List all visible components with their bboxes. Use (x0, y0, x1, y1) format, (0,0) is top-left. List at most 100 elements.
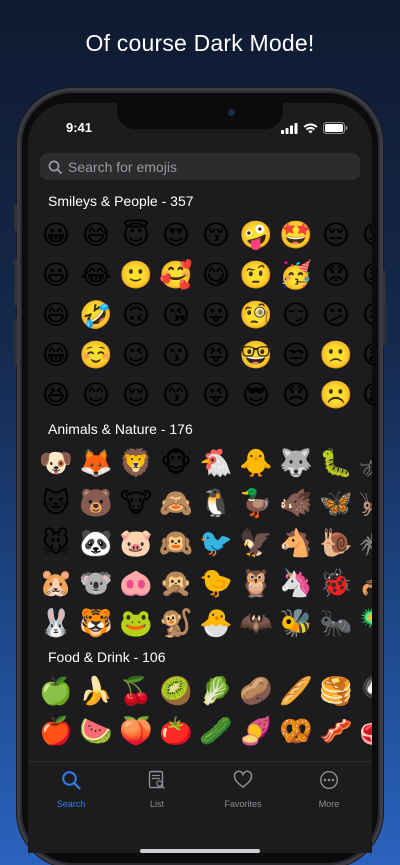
emoji-cell[interactable]: 🥓 (316, 711, 356, 751)
emoji-cell[interactable]: 🥳 (276, 255, 316, 295)
search-bar[interactable] (40, 153, 360, 180)
emoji-cell[interactable]: 🐻 (76, 483, 116, 523)
emoji-cell[interactable]: 🦗 (356, 483, 372, 523)
emoji-cell[interactable]: 🐤 (196, 563, 236, 603)
tab-more[interactable]: More (286, 762, 372, 853)
emoji-cell[interactable]: 🍏 (36, 671, 76, 711)
emoji-cell[interactable]: 🦆 (236, 483, 276, 523)
emoji-cell[interactable]: 🙁 (316, 335, 356, 375)
emoji-cell[interactable]: 🙉 (156, 523, 196, 563)
emoji-cell[interactable]: 😟 (356, 215, 372, 255)
emoji-cell[interactable]: 😌 (116, 375, 156, 415)
emoji-cell[interactable]: 🍑 (116, 711, 156, 751)
emoji-cell[interactable]: 🐌 (316, 523, 356, 563)
emoji-cell[interactable]: 😚 (196, 215, 236, 255)
emoji-cell[interactable]: 🙃 (116, 295, 156, 335)
emoji-cell[interactable]: 🐔 (196, 443, 236, 483)
emoji-cell[interactable]: 🐵 (156, 443, 196, 483)
emoji-cell[interactable]: 😀 (36, 215, 76, 255)
emoji-cell[interactable]: 🐭 (36, 523, 76, 563)
emoji-cell[interactable]: 🐺 (276, 443, 316, 483)
emoji-cell[interactable]: 🦇 (236, 603, 276, 643)
tab-search[interactable]: Search (28, 762, 114, 853)
emoji-cell[interactable]: 😜 (196, 375, 236, 415)
emoji-cell[interactable]: 🐹 (36, 563, 76, 603)
emoji-cell[interactable]: 🐨 (76, 563, 116, 603)
emoji-cell[interactable]: 😊 (76, 375, 116, 415)
emoji-cell[interactable]: ☹️ (316, 375, 356, 415)
emoji-cell[interactable]: 😆 (36, 375, 76, 415)
emoji-cell[interactable]: 😃 (36, 255, 76, 295)
emoji-cell[interactable]: 🐴 (276, 523, 316, 563)
emoji-cell[interactable]: 🐷 (116, 523, 156, 563)
emoji-cell[interactable]: 🐗 (276, 483, 316, 523)
emoji-cell[interactable]: 😫 (356, 335, 372, 375)
emoji-cell[interactable]: 🐣 (196, 603, 236, 643)
emoji-cell[interactable]: 🙂 (116, 255, 156, 295)
emoji-cell[interactable]: 🦟 (356, 443, 372, 483)
emoji-cell[interactable]: 😩 (356, 375, 372, 415)
emoji-cell[interactable]: 🦄 (276, 563, 316, 603)
emoji-cell[interactable]: 🥖 (276, 671, 316, 711)
emoji-cell[interactable]: 🦋 (316, 483, 356, 523)
emoji-cell[interactable]: 🐒 (156, 603, 196, 643)
emoji-cell[interactable]: 🐰 (36, 603, 76, 643)
emoji-cell[interactable]: 😙 (156, 375, 196, 415)
emoji-cell[interactable]: 🐶 (36, 443, 76, 483)
emoji-cell[interactable]: 🥰 (156, 255, 196, 295)
emoji-cell[interactable]: 🤪 (236, 215, 276, 255)
emoji-cell[interactable]: 😟 (316, 255, 356, 295)
emoji-cell[interactable]: 🍉 (76, 711, 116, 751)
emoji-cell[interactable]: 😅 (76, 215, 116, 255)
emoji-cell[interactable]: 🐯 (76, 603, 116, 643)
emoji-cell[interactable]: 🤩 (276, 215, 316, 255)
emoji-cell[interactable]: 🥩 (356, 711, 372, 751)
emoji-cell[interactable]: 🤨 (236, 255, 276, 295)
emoji-list[interactable]: Smileys & People - 357😀😅😇😍😚🤪🤩😔😟😃😂🙂🥰😋🤨🥳😟😣… (28, 187, 372, 761)
emoji-cell[interactable]: 🍳 (356, 671, 372, 711)
emoji-cell[interactable]: 🥒 (196, 711, 236, 751)
emoji-cell[interactable]: 🐽 (116, 563, 156, 603)
emoji-cell[interactable]: 😋 (196, 255, 236, 295)
emoji-cell[interactable]: 😞 (276, 375, 316, 415)
emoji-cell[interactable]: 🦁 (116, 443, 156, 483)
emoji-cell[interactable]: 🦂 (356, 563, 372, 603)
emoji-cell[interactable]: 🍅 (156, 711, 196, 751)
tab-favorites[interactable]: Favorites (200, 762, 286, 853)
emoji-cell[interactable]: 😁 (36, 335, 76, 375)
emoji-cell[interactable]: 🥞 (316, 671, 356, 711)
emoji-cell[interactable]: 😕 (316, 295, 356, 335)
emoji-cell[interactable]: 😖 (356, 295, 372, 335)
emoji-cell[interactable]: 🙊 (156, 563, 196, 603)
emoji-cell[interactable]: 🐝 (276, 603, 316, 643)
emoji-cell[interactable]: 🐱 (36, 483, 76, 523)
emoji-cell[interactable]: 😎 (236, 375, 276, 415)
emoji-cell[interactable]: 🍎 (36, 711, 76, 751)
tab-list[interactable]: List (114, 762, 200, 853)
emoji-cell[interactable]: 🍠 (236, 711, 276, 751)
emoji-cell[interactable]: 🐧 (196, 483, 236, 523)
emoji-cell[interactable]: 🕷️ (356, 523, 372, 563)
emoji-cell[interactable]: 🦅 (236, 523, 276, 563)
emoji-cell[interactable]: 😔 (316, 215, 356, 255)
emoji-cell[interactable]: 😄 (36, 295, 76, 335)
emoji-cell[interactable]: 🙈 (156, 483, 196, 523)
emoji-cell[interactable]: 🥨 (276, 711, 316, 751)
emoji-cell[interactable]: 🦊 (76, 443, 116, 483)
emoji-cell[interactable]: 🐥 (236, 443, 276, 483)
emoji-cell[interactable]: 🦠 (356, 603, 372, 643)
emoji-cell[interactable]: 😉 (116, 335, 156, 375)
emoji-cell[interactable]: 🐞 (316, 563, 356, 603)
emoji-cell[interactable]: 😇 (116, 215, 156, 255)
emoji-cell[interactable]: 🍌 (76, 671, 116, 711)
search-input[interactable] (68, 158, 338, 175)
emoji-cell[interactable]: 🥝 (156, 671, 196, 711)
emoji-cell[interactable]: 😝 (196, 335, 236, 375)
emoji-cell[interactable]: 😂 (76, 255, 116, 295)
emoji-cell[interactable]: 🐮 (116, 483, 156, 523)
emoji-cell[interactable]: 😒 (276, 335, 316, 375)
emoji-cell[interactable]: 🥬 (196, 671, 236, 711)
emoji-cell[interactable]: 😏 (276, 295, 316, 335)
emoji-cell[interactable]: 🦉 (236, 563, 276, 603)
emoji-cell[interactable]: 🤣 (76, 295, 116, 335)
